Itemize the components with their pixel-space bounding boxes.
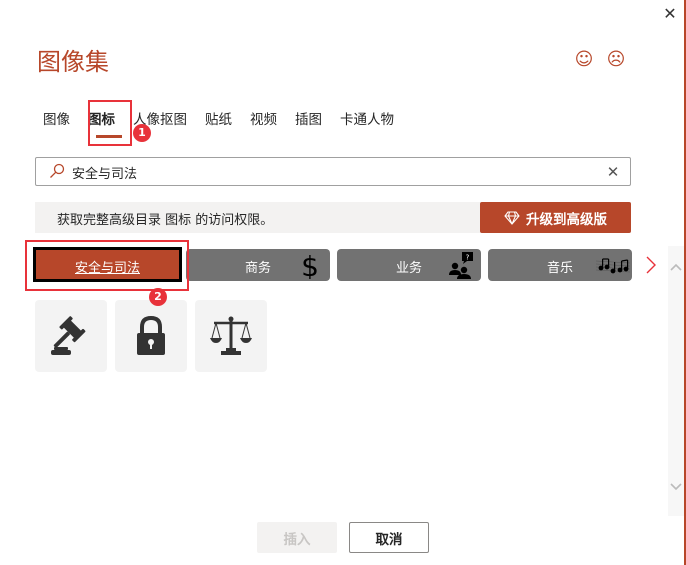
category-business[interactable]: 业务 ? xyxy=(337,249,481,281)
search-box: ✕ xyxy=(35,157,631,186)
upgrade-button[interactable]: 升级到高级版 xyxy=(480,202,631,233)
search-input[interactable] xyxy=(72,162,592,182)
gavel-icon xyxy=(51,316,86,355)
category-commerce[interactable]: 商务 $ xyxy=(186,249,330,281)
premium-banner: 获取完整高级目录 图标 的访问权限。 升级到高级版 xyxy=(35,202,631,233)
result-tile-scales[interactable] xyxy=(195,300,267,372)
close-icon[interactable]: ✕ xyxy=(660,4,680,24)
frown-feedback-icon[interactable]: ☹ xyxy=(606,50,626,70)
svg-text:?: ? xyxy=(466,254,470,262)
scroll-down-icon[interactable] xyxy=(670,482,682,492)
results-scrollbar[interactable] xyxy=(668,246,684,516)
music-notes-icon xyxy=(596,258,630,274)
tab-videos[interactable]: 视频 xyxy=(241,108,286,128)
diamond-icon xyxy=(504,210,520,225)
banner-text: 获取完整高级目录 图标 的访问权限。 xyxy=(57,213,274,228)
cancel-button[interactable]: 取消 xyxy=(349,522,429,553)
svg-text:$: $ xyxy=(301,251,319,279)
insert-button[interactable]: 插入 xyxy=(257,522,337,553)
annotation-badge-1: 1 xyxy=(133,124,151,142)
tab-images[interactable]: 图像 xyxy=(34,108,79,128)
category-music[interactable]: 音乐 xyxy=(488,249,632,281)
upgrade-label: 升级到高级版 xyxy=(526,211,607,228)
clear-search-icon[interactable]: ✕ xyxy=(605,162,621,182)
annotation-box-1 xyxy=(88,100,132,146)
padlock-icon xyxy=(137,315,165,355)
tab-stickers[interactable]: 贴纸 xyxy=(196,108,241,128)
annotation-box-2 xyxy=(25,240,189,291)
smile-feedback-icon[interactable]: ☺ xyxy=(574,50,594,70)
result-tile-padlock[interactable] xyxy=(115,300,187,372)
tab-cutout-people[interactable]: 人像抠图 xyxy=(124,108,196,128)
next-categories-icon[interactable] xyxy=(644,254,658,276)
result-tile-gavel[interactable] xyxy=(35,300,107,372)
dialog-title: 图像集 xyxy=(37,48,109,76)
annotation-badge-2: 2 xyxy=(149,288,167,306)
tab-illustrations[interactable]: 插图 xyxy=(286,108,331,128)
scroll-up-icon[interactable] xyxy=(670,262,682,272)
people-chat-icon: ? xyxy=(449,252,473,279)
tab-cartoon-people[interactable]: 卡通人物 xyxy=(331,108,403,128)
search-icon xyxy=(50,163,65,178)
dollar-icon: $ xyxy=(301,251,319,279)
scales-icon xyxy=(210,316,252,355)
